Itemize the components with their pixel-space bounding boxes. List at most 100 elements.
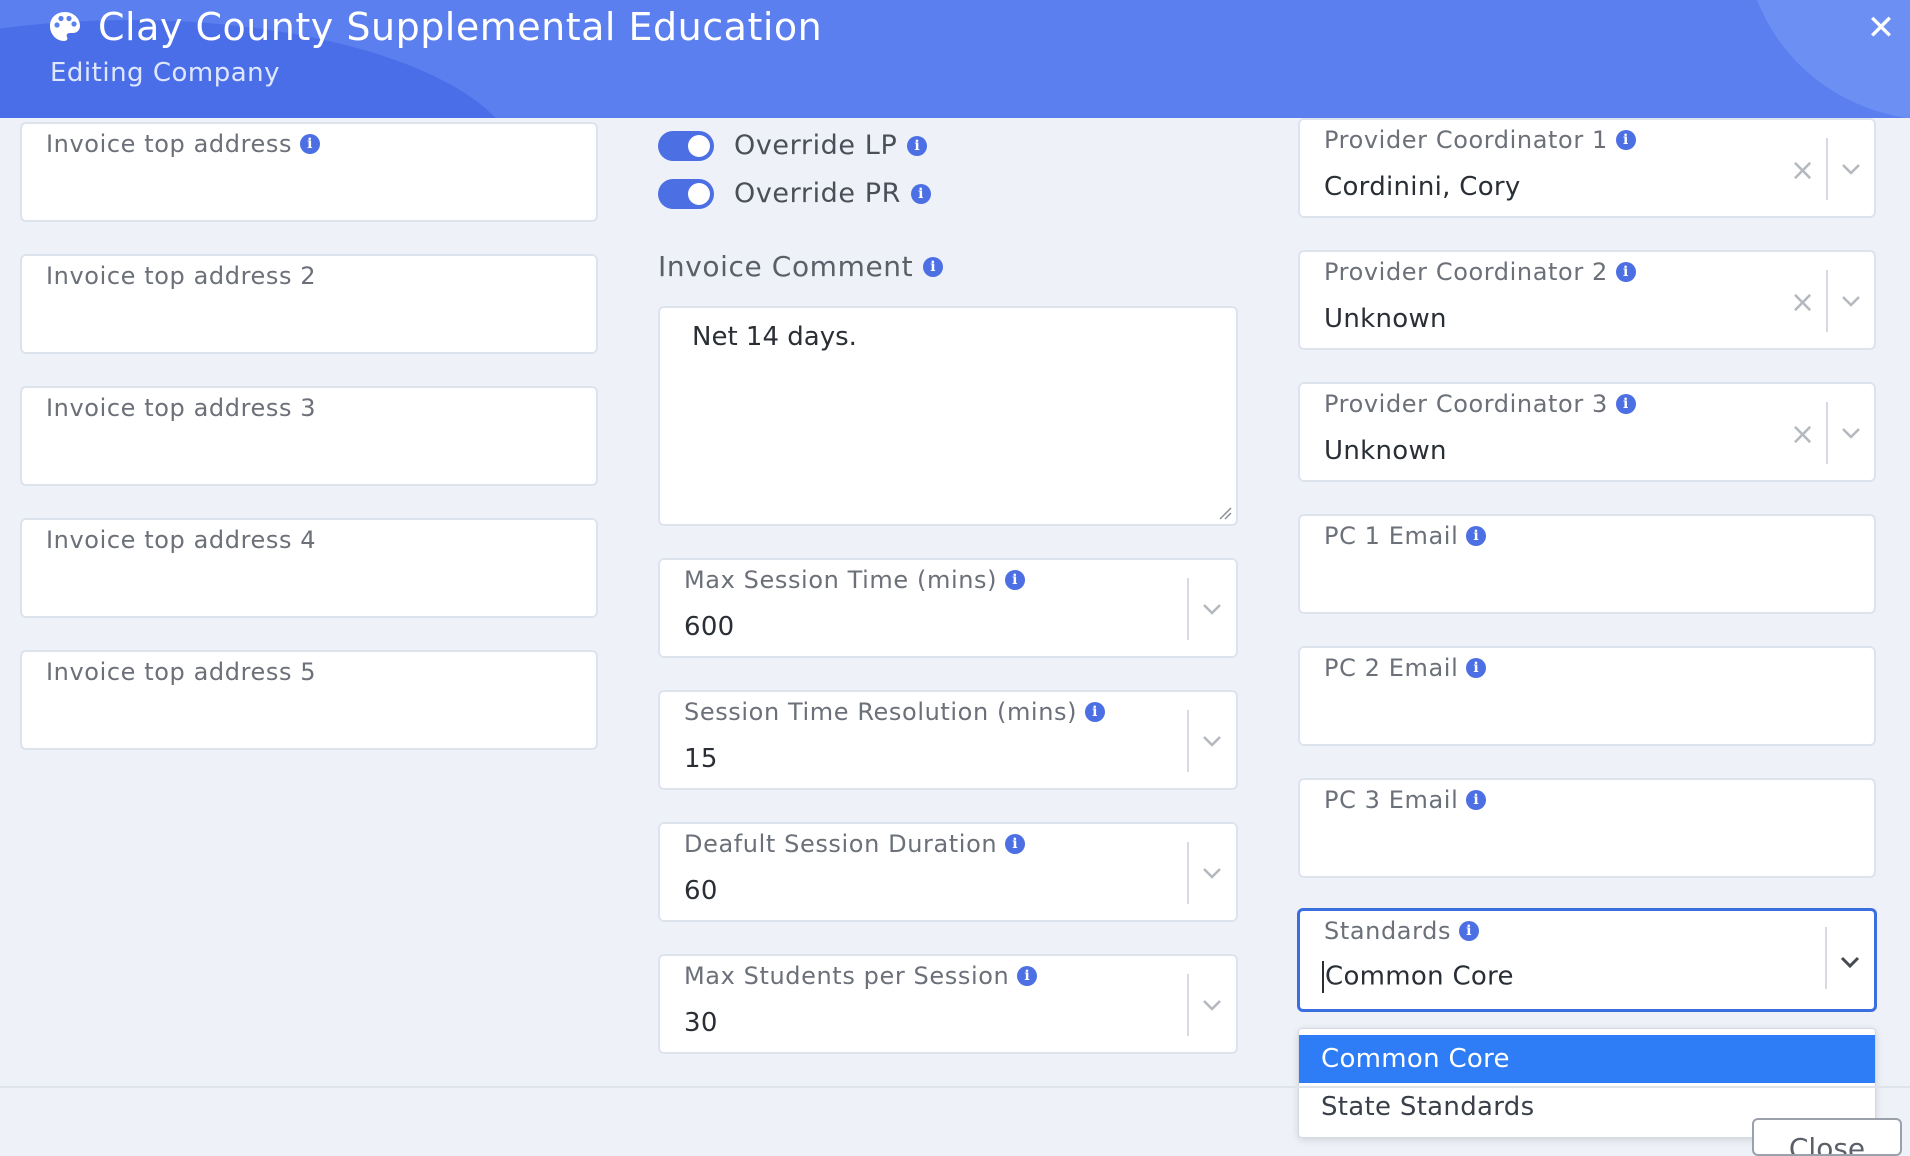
invoice-comment-textarea[interactable]: Net 14 days. <box>658 306 1238 526</box>
field-label: PC 1 Email i <box>1324 522 1487 550</box>
palette-icon <box>50 12 80 41</box>
max-students-per-session-select[interactable]: Max Students per Session i 30 <box>658 954 1238 1054</box>
chevron-down-icon[interactable] <box>1839 951 1861 973</box>
invoice-top-address-4-field[interactable]: Invoice top address 4 <box>20 518 598 618</box>
info-icon[interactable]: i <box>1615 262 1636 282</box>
info-icon[interactable]: i <box>1085 702 1106 722</box>
resize-handle-icon[interactable] <box>1218 506 1232 520</box>
field-label: Invoice top address 4 <box>46 526 316 554</box>
clear-icon[interactable]: × <box>1790 420 1815 450</box>
field-label: Invoice top address i <box>46 130 321 158</box>
override-pr-toggle[interactable] <box>658 178 714 209</box>
footer-divider <box>0 1086 1910 1088</box>
provider-coordinator-3-select[interactable]: Provider Coordinator 3 i Unknown × <box>1298 382 1876 482</box>
standards-select[interactable]: Standards i Common Core <box>1297 908 1877 1012</box>
field-label-text: PC 2 Email <box>1324 654 1459 682</box>
invoice-top-address-field[interactable]: Invoice top address i <box>20 122 598 222</box>
chevron-down-icon[interactable] <box>1201 730 1223 752</box>
select-divider <box>1826 270 1828 332</box>
field-value: 600 <box>684 612 735 642</box>
override-pr-label: Override PR i <box>734 178 932 209</box>
invoice-comment-value: Net 14 days. <box>692 322 857 352</box>
field-label: Standards i <box>1324 917 1480 945</box>
select-divider <box>1187 842 1189 904</box>
text-caret <box>1322 961 1324 993</box>
info-icon[interactable]: i <box>907 135 928 156</box>
clear-icon[interactable]: × <box>1790 156 1815 186</box>
pc-3-email-field[interactable]: PC 3 Email i <box>1298 778 1876 878</box>
info-icon[interactable]: i <box>1017 966 1038 986</box>
default-session-duration-select[interactable]: Deafult Session Duration i 60 <box>658 822 1238 922</box>
field-label-text: Invoice top address 5 <box>46 658 317 686</box>
field-label: Provider Coordinator 2 i <box>1324 258 1636 286</box>
field-label-text: Provider Coordinator 2 <box>1324 258 1608 286</box>
invoice-top-address-5-field[interactable]: Invoice top address 5 <box>20 650 598 750</box>
header-title-row: Clay County Supplemental Education <box>48 4 822 50</box>
select-divider <box>1826 138 1828 200</box>
modal-header: Clay County Supplemental Education Editi… <box>0 0 1910 118</box>
pc-1-email-field[interactable]: PC 1 Email i <box>1298 514 1876 614</box>
pc-2-email-field[interactable]: PC 2 Email i <box>1298 646 1876 746</box>
info-icon[interactable]: i <box>1005 570 1026 590</box>
toggle-label-text: Override PR <box>734 178 902 209</box>
field-label-text: Invoice top address <box>46 130 293 158</box>
chevron-down-icon[interactable] <box>1840 422 1862 444</box>
info-icon[interactable]: i <box>1615 130 1636 150</box>
info-icon[interactable]: i <box>911 183 932 204</box>
override-lp-label: Override LP i <box>734 130 928 161</box>
field-value: Common Core <box>1322 961 1514 993</box>
chevron-down-icon[interactable] <box>1840 290 1862 312</box>
field-value-text: Common Core <box>1325 961 1514 992</box>
session-time-resolution-select[interactable]: Session Time Resolution (mins) i 15 <box>658 690 1238 790</box>
max-session-time-select[interactable]: Max Session Time (mins) i 600 <box>658 558 1238 658</box>
info-icon[interactable]: i <box>1459 921 1480 941</box>
field-label-text: Provider Coordinator 3 <box>1324 390 1608 418</box>
chevron-down-icon[interactable] <box>1201 994 1223 1016</box>
select-divider <box>1826 402 1828 464</box>
field-label: Invoice top address 3 <box>46 394 316 422</box>
field-label-text: Invoice top address 4 <box>46 526 317 554</box>
field-label: Max Session Time (mins) i <box>684 566 1026 594</box>
modal-subtitle: Editing Company <box>50 58 281 88</box>
field-label: Provider Coordinator 1 i <box>1324 126 1636 154</box>
info-icon[interactable]: i <box>1005 834 1026 854</box>
field-label: Invoice top address 2 <box>46 262 316 290</box>
chevron-down-icon[interactable] <box>1201 862 1223 884</box>
provider-coordinator-1-select[interactable]: Provider Coordinator 1 i Cordinini, Cory… <box>1298 118 1876 218</box>
select-divider <box>1187 578 1189 640</box>
info-icon[interactable]: i <box>923 256 944 277</box>
close-button[interactable]: Close <box>1752 1118 1902 1156</box>
field-label-text: Deafult Session Duration <box>684 830 998 858</box>
provider-coordinator-2-select[interactable]: Provider Coordinator 2 i Unknown × <box>1298 250 1876 350</box>
option-common-core[interactable]: Common Core <box>1299 1035 1875 1083</box>
info-icon[interactable]: i <box>1615 394 1636 414</box>
override-lp-row: Override LP i <box>658 130 928 161</box>
info-icon[interactable]: i <box>1466 526 1487 546</box>
field-label: Max Students per Session i <box>684 962 1038 990</box>
field-value: 15 <box>684 744 718 774</box>
close-icon[interactable]: ✕ <box>1866 10 1896 46</box>
invoice-comment-label: Invoice Comment i <box>658 250 944 283</box>
clear-icon[interactable]: × <box>1790 288 1815 318</box>
chevron-down-icon[interactable] <box>1840 158 1862 180</box>
select-divider <box>1187 974 1189 1036</box>
info-icon[interactable]: i <box>300 134 321 154</box>
invoice-top-address-3-field[interactable]: Invoice top address 3 <box>20 386 598 486</box>
field-value: 60 <box>684 876 718 906</box>
field-value: 30 <box>684 1008 718 1038</box>
override-lp-toggle[interactable] <box>658 130 714 161</box>
field-label-text: Provider Coordinator 1 <box>1324 126 1608 154</box>
field-value: Cordinini, Cory <box>1324 172 1521 202</box>
select-divider <box>1825 927 1827 989</box>
field-label: Session Time Resolution (mins) i <box>684 698 1106 726</box>
field-label-text: Invoice top address 2 <box>46 262 317 290</box>
invoice-top-address-2-field[interactable]: Invoice top address 2 <box>20 254 598 354</box>
info-icon[interactable]: i <box>1466 658 1487 678</box>
info-icon[interactable]: i <box>1466 790 1487 810</box>
chevron-down-icon[interactable] <box>1201 598 1223 620</box>
field-label-text: PC 3 Email <box>1324 786 1459 814</box>
modal-title: Clay County Supplemental Education <box>98 5 823 49</box>
field-label: PC 3 Email i <box>1324 786 1487 814</box>
field-label-text: Standards <box>1324 917 1452 945</box>
field-label: Provider Coordinator 3 i <box>1324 390 1636 418</box>
